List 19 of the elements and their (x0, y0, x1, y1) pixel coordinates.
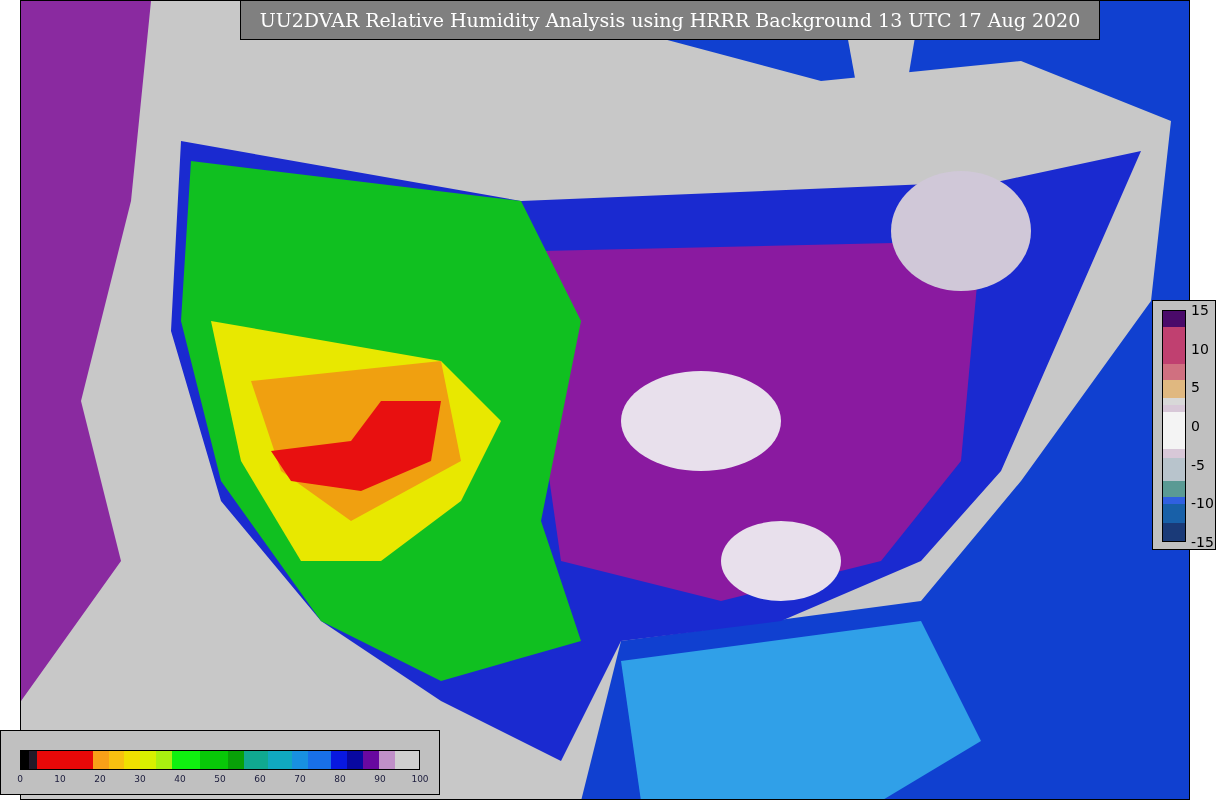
tick-label: -15 (1191, 534, 1214, 550)
tick-label: -5 (1191, 456, 1205, 473)
tick-label: 20 (94, 773, 106, 786)
tick-label: 70 (294, 773, 306, 786)
tick-label: 80 (334, 773, 346, 786)
tick-label: 10 (1191, 340, 1209, 357)
tick-label: 10 (54, 773, 66, 786)
map-title: UU2DVAR Relative Humidity Analysis using HRRR Background 13 UTC 17 Aug 2020 (240, 0, 1100, 40)
tick-label: -10 (1191, 495, 1214, 512)
tick-label: 0 (17, 773, 23, 786)
tick-label: 40 (174, 773, 186, 786)
tick-label: 100 (411, 773, 429, 786)
tick-label: 15 (1191, 302, 1209, 318)
tick-label: 50 (214, 773, 226, 786)
tick-label: 60 (254, 773, 266, 786)
tick-label: 90 (374, 773, 386, 786)
tick-label: 5 (1191, 379, 1200, 396)
tick-label: 30 (134, 773, 146, 786)
tick-label: 0 (1191, 418, 1200, 434)
